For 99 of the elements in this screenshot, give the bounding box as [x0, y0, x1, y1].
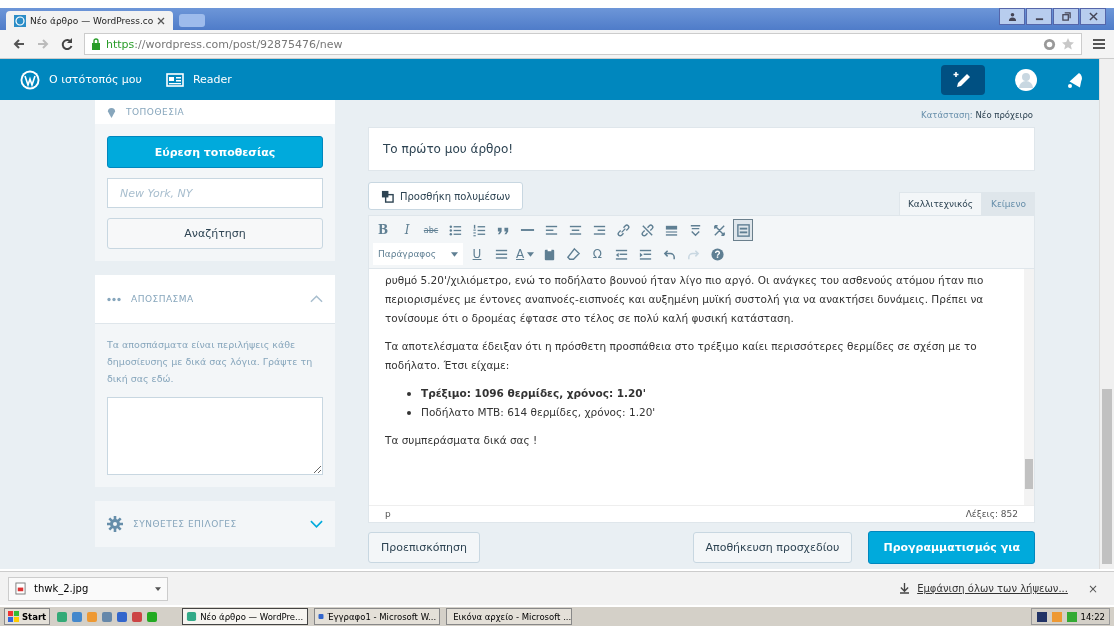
pin-icon	[107, 106, 116, 118]
reader-link[interactable]: Reader	[165, 72, 232, 87]
close-icon[interactable]	[157, 16, 166, 25]
post-status: Κατάσταση: Νέο πρόχειρο	[920, 109, 1034, 122]
pencil-icon	[953, 69, 973, 90]
section-heading: ΤΟΠΟΘΕΣΙΑ	[126, 107, 185, 117]
list-item-text: Ποδήλατο MTB: 614 θερμίδες, χρόνος: 1.20'	[421, 405, 656, 420]
quick-launch-icon[interactable]	[71, 610, 84, 623]
underline-button[interactable]: U	[467, 243, 487, 265]
dots-icon	[107, 296, 121, 302]
start-button[interactable]: Start	[4, 608, 51, 625]
list-item-text: Τρέξιμο: 1096 θερμίδες, χρόνος: 1.20'	[421, 386, 646, 401]
show-all-downloads-link[interactable]: Εμφάνιση όλων των λήψεων...	[917, 583, 1068, 594]
format-dropdown[interactable]: Παράγραφος	[373, 243, 463, 265]
caret-icon	[451, 251, 458, 257]
close-download-bar-button[interactable]: ×	[1087, 581, 1098, 596]
fullscreen-icon	[711, 222, 727, 238]
reload-icon[interactable]	[60, 37, 74, 51]
menu-icon[interactable]	[1092, 37, 1106, 51]
page-scrollbar[interactable]	[1099, 59, 1114, 569]
quick-launch-icon[interactable]	[146, 610, 159, 623]
save-draft-button[interactable]: Αποθήκευση προσχεδίου	[692, 532, 853, 563]
image-file-icon	[15, 582, 26, 595]
quick-launch-icon[interactable]	[101, 610, 114, 623]
media-icon	[381, 189, 394, 203]
close-icon	[1088, 12, 1098, 21]
reader-icon	[165, 72, 184, 87]
editor-tab[interactable]: Κείμενο	[982, 192, 1035, 215]
taskbar-button[interactable]: Νέο άρθρο — WordPre...	[182, 608, 309, 625]
excerpt-field[interactable]	[107, 397, 323, 475]
paragraph-text: Τα συμπεράσματα δικά σας !	[385, 433, 539, 448]
minimize-button[interactable]	[1026, 8, 1052, 25]
wordpress-favicon-icon	[14, 14, 26, 27]
element-path: p	[385, 509, 391, 519]
windows-logo-icon	[8, 611, 19, 622]
extension-icon[interactable]	[1043, 37, 1056, 51]
scrollbar[interactable]	[1024, 269, 1034, 505]
avatar-icon[interactable]	[1015, 68, 1037, 91]
user-button[interactable]	[999, 8, 1025, 25]
tab-title: Νέο άρθρο — WordPress.co	[30, 15, 154, 26]
write-button[interactable]	[941, 64, 985, 95]
search-button[interactable]: Αναζήτηση	[107, 218, 323, 249]
bullet-icon	[407, 410, 411, 415]
wordpress-logo-icon	[20, 69, 40, 90]
add-media-button[interactable]: Προσθήκη πολυμέσων	[368, 182, 524, 210]
advanced-options-header[interactable]: ΣΥΝΘΕΤΕΣ ΕΠΙΛΟΓΕΣ	[95, 501, 335, 547]
help-icon	[709, 246, 725, 262]
back-icon[interactable]	[12, 37, 26, 51]
excerpt-description: Τα αποσπάσματα είναι περιλήψεις κάθε δημοσίευσης με δικά σας λόγια. Γράψτε τη δική σας εδώ.	[107, 338, 314, 386]
caret-icon	[155, 586, 161, 591]
numbers-icon	[471, 222, 487, 238]
paragraph-text: Τα αποτελέσματα έδειξαν ότι η πρόσθετη προσπάθεια στο τρέξιμο καίει περισσότερες θερμίδες σε σχέση με το ποδήλατο. Έτσι είχαμε:	[385, 339, 978, 373]
char-button[interactable]: Ω	[587, 243, 608, 265]
excerpt-header[interactable]: ΑΠΟΣΠΑΣΜΑ	[95, 275, 335, 324]
browser-tab[interactable]: Νέο άρθρο — WordPress.co	[6, 11, 174, 30]
taskbar-button[interactable]: Έγγραφο1 - Microsoft W...	[314, 608, 441, 625]
caret-icon	[527, 251, 535, 257]
title-field[interactable]: Το πρώτο μου άρθρο!	[368, 127, 1035, 171]
tray-icon	[1050, 610, 1063, 623]
eraser-icon	[565, 246, 581, 262]
scroll-thumb[interactable]	[1025, 459, 1033, 489]
quick-launch-icon[interactable]	[116, 610, 129, 623]
word-count: Λέξεις: 852	[965, 509, 1018, 519]
my-site-link[interactable]: Ο ιστότοπός μου	[20, 69, 142, 90]
editor-tab[interactable]: Καλλιτεχνικός	[898, 192, 983, 215]
find-location-button[interactable]: Εύρεση τοποθεσίας	[107, 136, 323, 168]
download-icon	[900, 583, 910, 594]
bold-button[interactable]: B	[373, 219, 393, 241]
paragraph-text: ρυθμό 5.20'/χιλιόμετρο, ενώ το ποδήλατο βουνού ήταν λίγο πιο αργό. Οι ανάγκες του ασθενούς ατόμου ήταν πιο περιορισμένες με έντονες αναπνοές-εισπνοές και αυξημένη μυϊκή συστολή για να ανακτήσει δυνάμεις. Πρέπει να τονίσουμε ότι ο δρομέας έφτασε στο τέλος σε πολύ καλή φυσική κατάσταση.	[385, 273, 985, 326]
close-button[interactable]	[1080, 8, 1106, 25]
publish-button[interactable]: Προγραμματισμός για	[868, 531, 1035, 564]
taskbar-button[interactable]: Εικόνα αρχείο - Microsoft ...	[446, 608, 573, 625]
location-field[interactable]: New York, NY	[107, 178, 323, 208]
restore-button[interactable]	[1053, 8, 1079, 25]
unlink-icon	[639, 222, 655, 238]
preview-button[interactable]: Προεπισκόπηση	[368, 532, 480, 563]
lock-icon	[91, 38, 101, 50]
gear-icon	[107, 516, 123, 532]
quick-launch-icon[interactable]	[131, 610, 144, 623]
person-icon	[1007, 12, 1017, 21]
tray-icon	[1035, 610, 1048, 623]
strike-button[interactable]: abc	[421, 219, 441, 241]
rule-icon	[519, 228, 535, 232]
app-icon	[186, 611, 198, 622]
url-text: https://wordpress.com/post/92875476/new	[106, 37, 343, 51]
restore-icon	[1061, 12, 1071, 21]
italic-button[interactable]: I	[397, 219, 417, 241]
address-field[interactable]: https://wordpress.com/post/92875476/new	[84, 33, 1082, 55]
link-icon	[615, 222, 631, 238]
kitchen-button[interactable]	[733, 219, 753, 241]
download-item[interactable]: thwk_2.jpg	[8, 576, 168, 601]
clock: 14:22	[1080, 611, 1105, 622]
star-icon[interactable]	[1061, 37, 1075, 51]
scroll-thumb[interactable]	[1102, 389, 1112, 564]
tray-icon	[1065, 610, 1078, 623]
kitchen-icon	[735, 222, 751, 238]
bullet-icon	[407, 391, 411, 396]
app-icon	[318, 611, 325, 622]
color-button[interactable]: A	[515, 243, 536, 265]
